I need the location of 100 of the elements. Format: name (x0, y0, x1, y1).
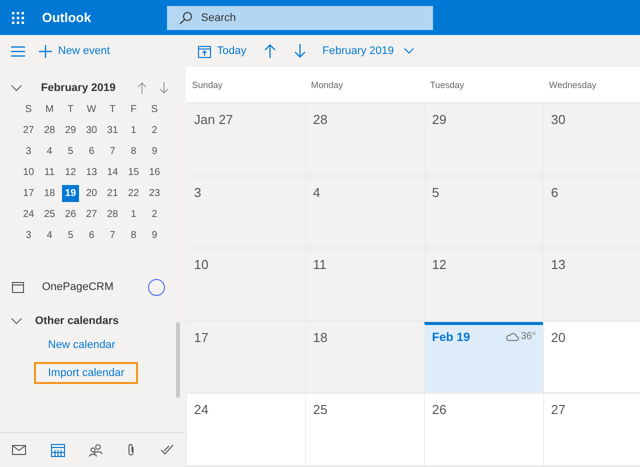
date-cell[interactable]: 6 (81, 141, 102, 162)
date-cell[interactable]: 26 (60, 204, 81, 225)
down-arrow-icon[interactable] (159, 82, 169, 94)
calendar-name[interactable]: OnePageCRM (42, 281, 136, 293)
day-cell[interactable]: 13 (543, 249, 640, 322)
app-launcher-icon[interactable] (12, 12, 24, 24)
date-cell[interactable]: 28 (39, 120, 60, 141)
day-cell[interactable]: 3 (186, 176, 305, 250)
day-cell[interactable]: 20 (543, 322, 640, 394)
date-cell[interactable]: 8 (123, 225, 144, 246)
day-cell[interactable]: 5 (424, 176, 543, 250)
today-button[interactable]: Today (198, 44, 246, 58)
date-cell[interactable]: 1 (123, 204, 144, 225)
date-cell[interactable]: 24 (18, 204, 39, 225)
new-event-button[interactable]: New event (39, 44, 110, 58)
day-cell[interactable]: 24 (186, 394, 305, 467)
date-cell[interactable]: 3 (18, 225, 39, 246)
date-cell[interactable]: 6 (81, 225, 102, 246)
date-cell[interactable]: 4 (39, 225, 60, 246)
date-cell[interactable]: 2 (144, 120, 165, 141)
date-cell[interactable]: 30 (81, 120, 102, 141)
day-cell[interactable]: 18 (305, 322, 424, 394)
calendar-link[interactable]: New calendar (34, 334, 130, 356)
section-title[interactable]: Other calendars (35, 315, 119, 327)
date-label: 18 (313, 330, 328, 345)
date-cell[interactable]: 7 (102, 225, 123, 246)
date-cell[interactable]: 28 (102, 204, 123, 225)
date-cell[interactable]: 2 (144, 204, 165, 225)
date-cell[interactable]: 5 (60, 225, 81, 246)
up-arrow-icon[interactable] (264, 44, 276, 58)
day-cell[interactable]: 11 (305, 249, 424, 322)
day-cell[interactable]: 10 (186, 249, 305, 322)
date-label: 13 (551, 257, 566, 272)
day-cell[interactable]: 17 (186, 322, 305, 394)
date-cell[interactable]: 11 (39, 162, 60, 183)
date-cell[interactable]: 4 (39, 141, 60, 162)
paperclip-icon[interactable] (127, 443, 136, 457)
date-label: 30 (551, 112, 566, 127)
mail-icon[interactable] (12, 445, 26, 455)
date-label: 3 (194, 184, 202, 200)
people-icon[interactable] (88, 444, 103, 456)
date-label: 28 (313, 112, 328, 127)
search-field[interactable]: Search (167, 6, 433, 30)
date-cell[interactable]: 27 (81, 204, 102, 225)
weekday-label: M (44, 103, 55, 117)
date-cell[interactable]: 25 (39, 204, 60, 225)
day-cell[interactable]: 27 (543, 394, 640, 467)
date-cell[interactable]: 29 (60, 120, 81, 141)
day-cell[interactable]: 29 (424, 104, 543, 177)
date-cell[interactable]: 12 (60, 162, 81, 183)
date-label: 17 (194, 330, 208, 345)
date-cell[interactable]: 8 (123, 141, 144, 162)
date-cell[interactable]: 17 (18, 183, 39, 204)
date-cell[interactable]: 10 (18, 162, 39, 183)
date-cell[interactable]: 14 (102, 162, 123, 183)
day-cell[interactable]: 4 (305, 176, 424, 250)
weekday-label: T (108, 103, 117, 117)
date-cell[interactable]: 22 (123, 183, 144, 204)
checkmark-icon[interactable] (160, 444, 174, 456)
down-arrow-icon[interactable] (294, 44, 306, 58)
calendar-icon[interactable] (50, 444, 65, 456)
date-cell[interactable]: 15 (123, 162, 144, 183)
chevron-icon[interactable] (11, 316, 22, 326)
up-arrow-icon[interactable] (137, 82, 147, 94)
day-cell[interactable]: 26 (424, 394, 543, 467)
day-cell[interactable]: 30 (543, 104, 640, 177)
date-cell[interactable]: 31 (102, 120, 123, 141)
date-cell[interactable]: 7 (102, 141, 123, 162)
date-cell[interactable]: 27 (18, 120, 39, 141)
date-label: Jan 27 (194, 112, 234, 127)
date-cell[interactable]: 3 (18, 141, 39, 162)
date-cell[interactable]: 19 (62, 185, 79, 202)
date-cell[interactable]: 1 (123, 120, 144, 141)
day-cell[interactable]: 28 (305, 104, 424, 177)
weekday-label: F (129, 103, 138, 117)
date-label: 24 (194, 402, 208, 418)
day-cell[interactable]: Jan 27 (186, 104, 305, 177)
date-cell[interactable]: 18 (39, 183, 60, 204)
month-dropdown[interactable]: February 2019 (322, 45, 414, 57)
date-cell[interactable]: 16 (144, 162, 165, 183)
date-cell[interactable]: 9 (144, 225, 165, 246)
day-cell[interactable]: 25 (305, 394, 424, 467)
date-cell[interactable]: 23 (144, 183, 165, 204)
menu-icon[interactable] (11, 46, 25, 56)
date-cell[interactable]: 13 (81, 162, 102, 183)
calendar-link[interactable]: Import calendar (34, 362, 138, 384)
month-title: February 2019 (41, 82, 117, 94)
date-label: 10 (194, 257, 208, 272)
search-icon (179, 10, 193, 24)
date-label: Feb 19 (432, 330, 472, 344)
date-cell[interactable]: 5 (60, 141, 81, 162)
day-cell[interactable]: 6 (543, 176, 640, 250)
date-label: 26 (432, 402, 446, 418)
color-ring[interactable] (148, 278, 165, 296)
chevron-icon[interactable] (11, 82, 22, 94)
date-cell[interactable]: 20 (81, 183, 102, 204)
date-cell[interactable]: 21 (102, 183, 123, 204)
day-cell[interactable]: 12 (424, 249, 543, 322)
date-cell[interactable]: 9 (144, 141, 165, 162)
day-cell[interactable]: Feb 19 36° (424, 322, 543, 394)
